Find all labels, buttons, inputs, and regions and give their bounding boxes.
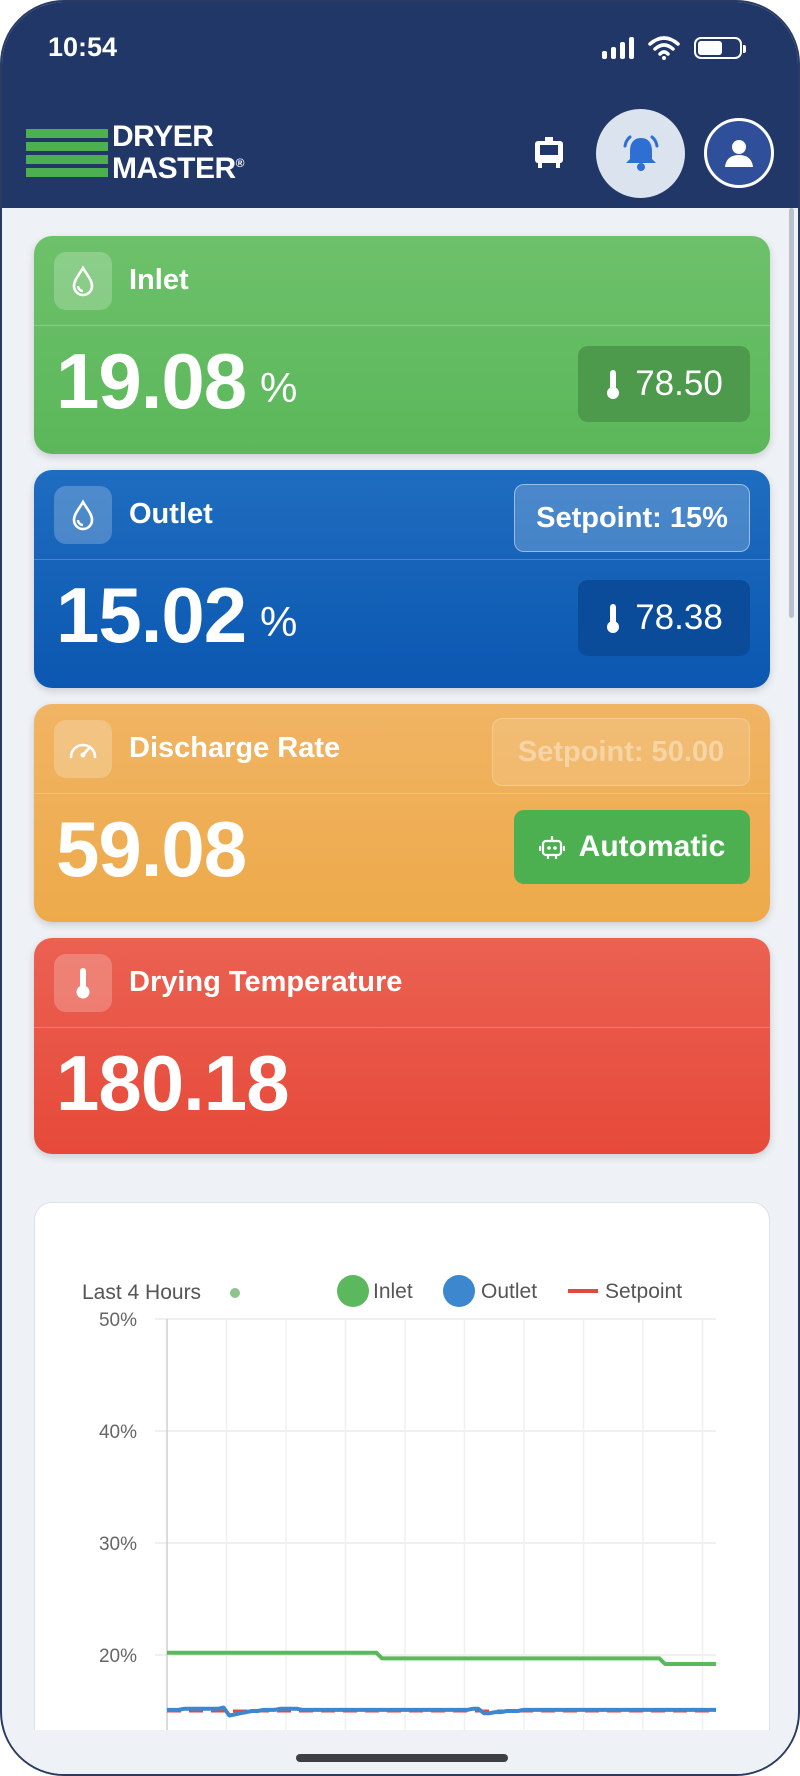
bell-icon: [623, 135, 658, 171]
discharge-card-header: Discharge Rate Setpoint: 50.00: [34, 704, 770, 794]
series-line-outlet: [167, 1705, 716, 1718]
y-tick-label: 30%: [99, 1534, 137, 1555]
app-header: 10:54 DRYER MASTER®: [2, 2, 798, 208]
scrollbar[interactable]: [789, 208, 794, 618]
outlet-moisture-value: 15.02: [56, 571, 247, 659]
bottom-safe-area: [2, 1730, 798, 1774]
drying-temperature-body: 180.18: [34, 1028, 770, 1154]
drying-temperature-card[interactable]: Drying Temperature 180.18: [34, 938, 770, 1154]
drying-temperature-header: Drying Temperature: [34, 938, 770, 1028]
battery-icon: [694, 37, 746, 59]
inlet-card-header: Inlet: [34, 236, 770, 326]
logo-line-2: MASTER®: [112, 152, 245, 185]
logo-line-1: DRYER: [112, 120, 214, 153]
y-tick-label: 40%: [99, 1422, 137, 1443]
drying-temperature-title: Drying Temperature: [129, 966, 403, 998]
y-tick-label: 50%: [99, 1310, 137, 1331]
live-indicator-dot: [230, 1288, 240, 1298]
legend-inlet-label[interactable]: Inlet: [373, 1280, 413, 1303]
chart-series: [167, 1650, 716, 1718]
cellular-signal-icon: [602, 37, 634, 59]
outlet-card-body: 15.02 % 78.38: [34, 560, 770, 688]
user-profile-button[interactable]: [704, 118, 774, 188]
drying-temperature-value: 180.18: [56, 1039, 290, 1127]
inlet-temperature-value: 78.50: [635, 364, 723, 403]
discharge-rate-card[interactable]: Discharge Rate Setpoint: 50.00 59.08 Aut…: [34, 704, 770, 922]
wifi-icon: [648, 36, 680, 60]
outlet-card[interactable]: Outlet Setpoint: 15% 15.02 % 78.38: [34, 470, 770, 688]
y-tick-label: 20%: [99, 1646, 137, 1667]
status-icons: [602, 36, 746, 60]
legend-setpoint-label[interactable]: Setpoint: [605, 1280, 682, 1303]
discharge-rate-value: 59.08: [56, 805, 247, 893]
thermometer-icon: [607, 604, 620, 633]
robot-icon: [538, 836, 565, 859]
legend-outlet-label[interactable]: Outlet: [481, 1280, 537, 1303]
history-chart-card: Last 4 Hours Inlet Outlet Setpoint 50% 40…: [34, 1202, 771, 1774]
inlet-card-body: 19.08 % 78.50: [34, 326, 770, 454]
notifications-button[interactable]: [596, 109, 685, 198]
legend-outlet-marker[interactable]: [443, 1275, 475, 1307]
speedometer-icon: [54, 719, 112, 778]
outlet-title: Outlet: [129, 498, 213, 530]
device-icon: [535, 137, 563, 168]
thermometer-icon: [607, 370, 620, 399]
outlet-temperature-value: 78.38: [635, 598, 723, 637]
chart-grid: [155, 1318, 716, 1743]
history-line-chart[interactable]: Last 4 Hours Inlet Outlet Setpoint 50% 40…: [35, 1203, 771, 1743]
y-axis-ticks: 50%40%30%20%10%: [99, 1310, 137, 1667]
discharge-card-body: 59.08 Automatic: [34, 794, 770, 922]
legend-inlet-marker[interactable]: [337, 1275, 369, 1307]
logo-bars: [26, 129, 108, 177]
outlet-card-header: Outlet Setpoint: 15%: [34, 470, 770, 560]
inlet-unit: %: [260, 364, 298, 411]
phone-screen: 10:54 DRYER MASTER® Inlet 19.08 % 78.50 …: [0, 0, 800, 1776]
discharge-title: Discharge Rate: [129, 732, 341, 764]
thermometer-icon: [54, 953, 112, 1012]
outlet-unit: %: [260, 598, 298, 645]
automatic-mode-label: Automatic: [578, 830, 726, 863]
discharge-setpoint-button: Setpoint: 50.00: [492, 718, 750, 786]
water-drop-icon: [54, 251, 112, 310]
status-time: 10:54: [48, 32, 118, 62]
water-drop-icon: [54, 485, 112, 544]
user-icon: [725, 140, 753, 167]
inlet-title: Inlet: [129, 264, 189, 296]
automatic-mode-button[interactable]: Automatic: [514, 810, 750, 884]
inlet-card[interactable]: Inlet 19.08 % 78.50: [34, 236, 770, 454]
inlet-moisture-value: 19.08: [56, 337, 247, 425]
home-indicator[interactable]: [296, 1754, 508, 1762]
dryer-master-logo: DRYER MASTER®: [26, 120, 245, 185]
device-button[interactable]: [524, 130, 574, 174]
outlet-temperature-chip: 78.38: [578, 580, 750, 656]
chart-title: Last 4 Hours: [82, 1281, 201, 1304]
logo-text: DRYER MASTER®: [112, 120, 245, 185]
inlet-temperature-chip: 78.50: [578, 346, 750, 422]
outlet-setpoint-button[interactable]: Setpoint: 15%: [514, 484, 750, 552]
